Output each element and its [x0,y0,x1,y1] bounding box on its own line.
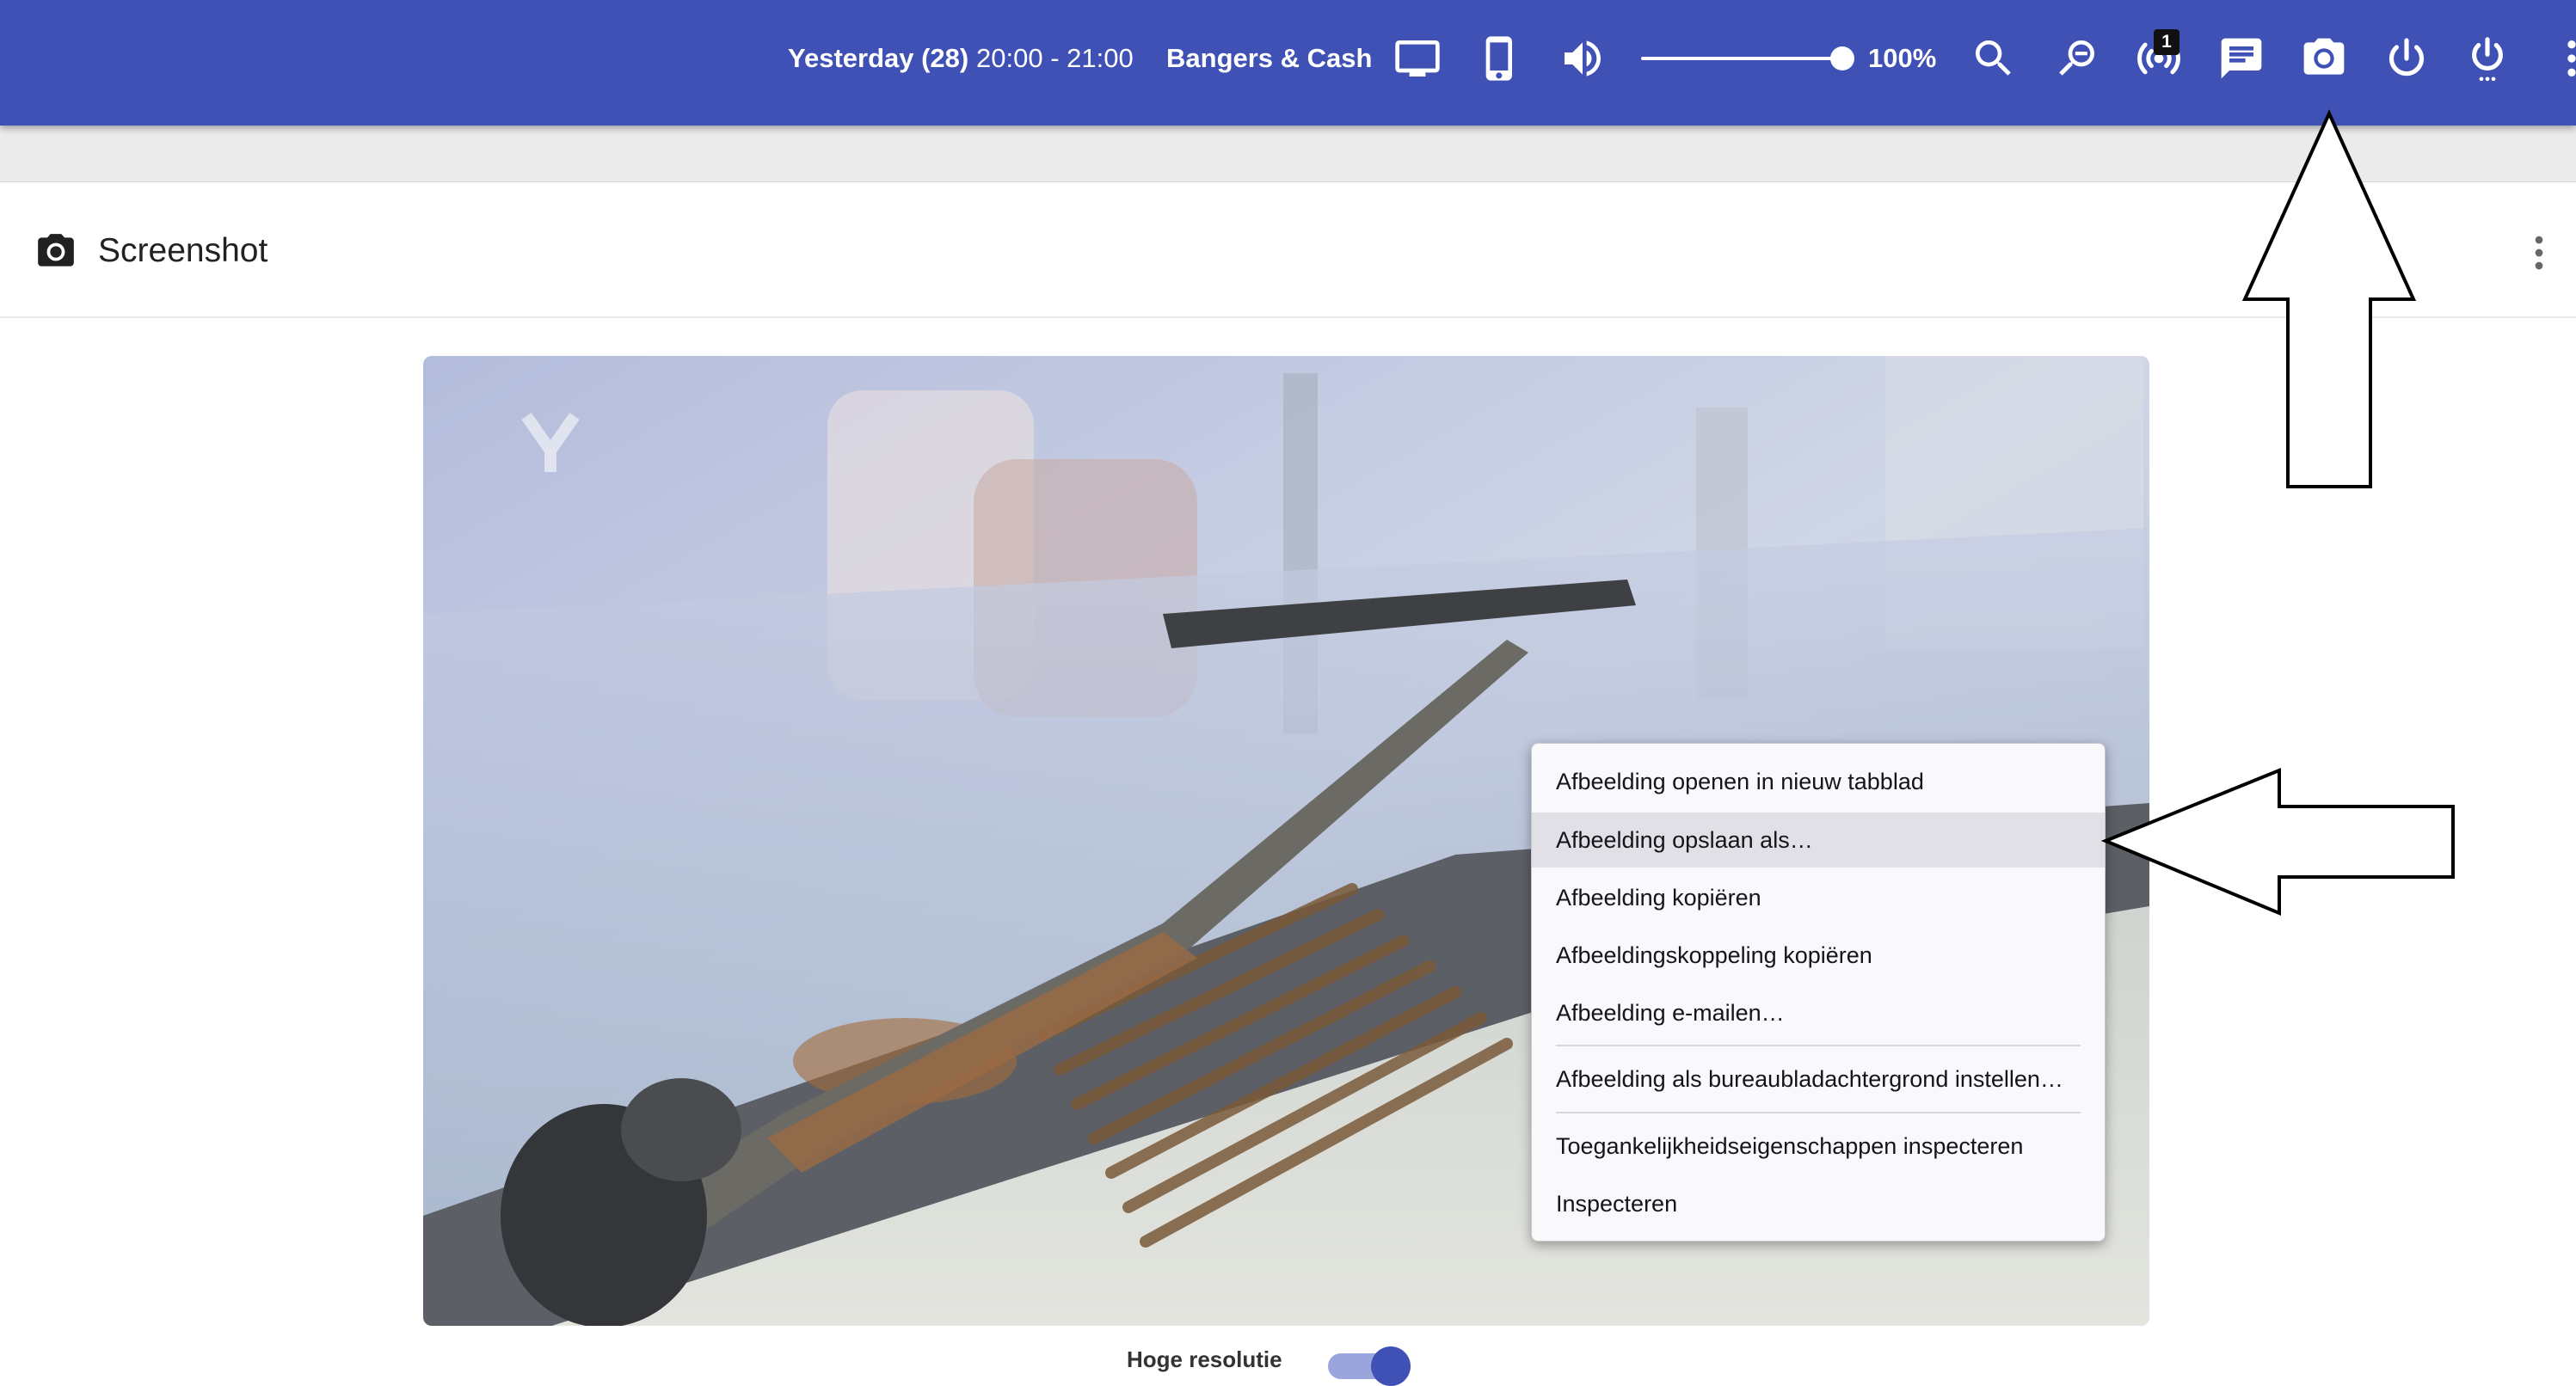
more-vert-icon[interactable] [2548,34,2576,83]
chat-icon[interactable] [2217,34,2266,83]
power-more-icon[interactable] [2463,34,2511,83]
menu-separator [1556,1112,2081,1113]
left-arrow-annotation [2100,768,2455,916]
toggle-knob [1371,1346,1411,1386]
volume-percent: 100% [1868,43,1937,73]
more-vert-icon[interactable] [2522,227,2556,279]
menu-item-copy-image-link[interactable]: Afbeeldingskoppeling kopiëren [1532,928,2105,983]
high-resolution-toggle[interactable] [1328,1346,1414,1386]
menu-item-set-desktop-background[interactable]: Afbeelding als bureaubladachtergrond ins… [1532,1052,2105,1107]
menu-item-email-image[interactable]: Afbeelding e-mailen… [1532,985,2105,1040]
image-context-menu: Afbeelding openen in nieuw tabblad Afbee… [1531,743,2106,1242]
menu-item-inspect[interactable]: Inspecteren [1532,1176,2105,1231]
camera-icon [34,230,77,273]
high-resolution-label: Hoge resolutie [1127,1346,1282,1372]
menu-item-save-image-as[interactable]: Afbeelding opslaan als… [1532,813,2105,868]
camera-icon[interactable] [2300,34,2348,83]
notification-badge: 1 [2154,29,2179,55]
up-arrow-annotation [2241,109,2417,488]
menu-item-open-new-tab[interactable]: Afbeelding openen in nieuw tabblad [1532,754,2105,809]
top-bar: Yesterday (28) 20:00 - 21:00 Bangers & C… [0,0,2576,126]
search-icon[interactable] [1970,34,2018,83]
volume-icon[interactable] [1559,34,1607,83]
tv-icon[interactable] [1393,34,1442,83]
program-title: Bangers & Cash [1166,43,1373,73]
zoom-out-icon[interactable] [2052,34,2100,83]
day-label: Yesterday (28) [788,43,969,73]
menu-item-inspect-accessibility[interactable]: Toegankelijkheidseigenschappen inspecter… [1532,1119,2105,1174]
spacer-strip [0,126,2576,182]
volume-slider[interactable] [1641,46,1854,71]
menu-separator [1556,1045,2081,1046]
volume-slider-track [1641,57,1842,60]
panel-title: Screenshot [98,232,268,269]
power-icon[interactable] [2382,34,2431,83]
time-range: 20:00 - 21:00 [976,43,1134,73]
volume-slider-thumb[interactable] [1830,46,1854,71]
screenshot-panel-header: Screenshot [0,182,2576,318]
phone-icon[interactable] [1476,34,1524,83]
menu-item-copy-image[interactable]: Afbeelding kopiëren [1532,870,2105,925]
